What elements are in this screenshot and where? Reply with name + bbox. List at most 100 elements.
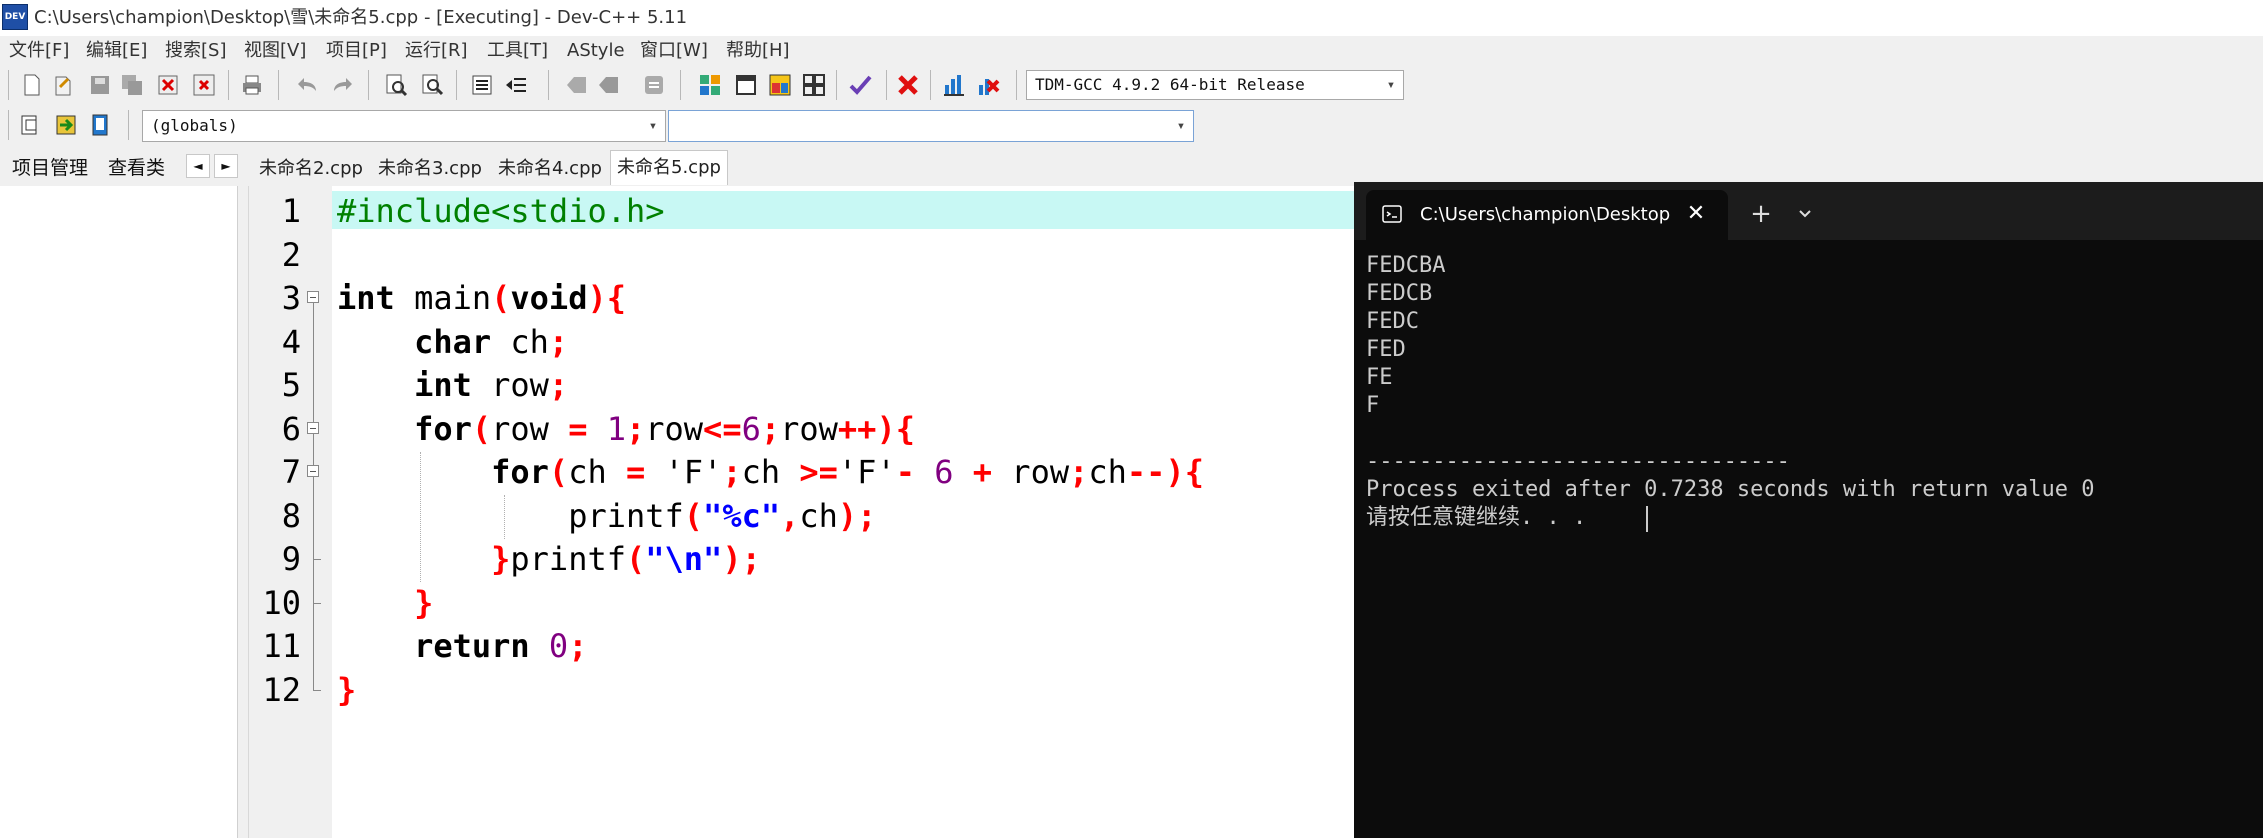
fold-end xyxy=(307,581,321,625)
line-number: 5 xyxy=(281,366,301,404)
line-number: 12 xyxy=(262,670,301,709)
menu-run[interactable]: 运行[R] xyxy=(405,36,468,66)
undo-icon[interactable] xyxy=(296,73,320,97)
line-number: 8 xyxy=(281,496,301,535)
window-title: C:\Users\champion\Desktop\雪\未命名5.cpp - [… xyxy=(34,7,688,28)
compiler-select[interactable]: TDM-GCC 4.9.2 64-bit Release ▾ xyxy=(1026,70,1404,100)
console-output-line: FEDC xyxy=(1366,309,1419,334)
tab-next-button[interactable]: ► xyxy=(214,154,238,178)
function-select[interactable]: ▾ xyxy=(668,110,1194,142)
menu-tools[interactable]: 工具[T] xyxy=(487,36,548,66)
tab-file-3[interactable]: 未命名3.cpp xyxy=(372,154,488,184)
new-tab-button[interactable]: + xyxy=(1748,200,1774,228)
console-tab-title: C:\Users\champion\Desktop\雪 xyxy=(1420,204,1670,225)
fold-outer-for[interactable] xyxy=(307,407,321,452)
menu-project[interactable]: 项目[P] xyxy=(326,36,387,66)
toggle-bookmark-icon[interactable] xyxy=(564,73,588,97)
fold-inner-for[interactable] xyxy=(307,451,321,495)
line-number: 6 xyxy=(281,409,301,448)
code-line-3: int main(void){ xyxy=(337,279,626,317)
project-panel[interactable] xyxy=(0,186,238,838)
console-output-line: FED xyxy=(1366,337,1406,362)
menu-file[interactable]: 文件[F] xyxy=(9,36,69,66)
indent-icon[interactable] xyxy=(470,73,494,97)
fold-main[interactable] xyxy=(307,277,321,321)
scope-select-value: (globals) xyxy=(151,116,238,135)
redo-icon[interactable] xyxy=(330,73,354,97)
class-toolbar: (globals) ▾ ▾ xyxy=(0,106,1200,148)
left-panel-tabs: 项目管理 查看类 ◄ ► xyxy=(0,150,248,184)
chevron-down-icon: ▾ xyxy=(648,118,658,134)
window-icon[interactable] xyxy=(734,73,758,97)
open-file-icon[interactable] xyxy=(52,73,76,97)
fold-end xyxy=(307,668,321,713)
code-line-4: char ch; xyxy=(414,322,569,361)
find-icon[interactable] xyxy=(384,73,408,97)
save-all-icon[interactable] xyxy=(120,73,144,97)
goto-line-icon[interactable] xyxy=(642,73,666,97)
code-line-9: }printf("\n"); xyxy=(491,540,761,578)
unindent-icon[interactable] xyxy=(504,73,528,97)
syntax-check-icon[interactable] xyxy=(848,73,872,97)
menu-help[interactable]: 帮助[H] xyxy=(726,36,790,66)
app-icon: DEV xyxy=(2,4,28,30)
menu-window[interactable]: 窗口[W] xyxy=(640,36,708,66)
code-line-8: printf("%c",ch); xyxy=(568,496,877,535)
chevron-down-icon[interactable] xyxy=(1795,204,1815,224)
line-number-gutter: 1 2 3 4 5 6 7 8 9 10 11 12 xyxy=(248,186,333,838)
fold-end xyxy=(307,538,321,582)
terminal-icon xyxy=(1382,204,1402,224)
console-output-line: FEDCB xyxy=(1366,281,1433,306)
menu-view[interactable]: 视图[V] xyxy=(244,36,306,66)
layout-icon[interactable] xyxy=(768,73,792,97)
close-file-icon[interactable] xyxy=(156,73,180,97)
console-output-line: FEDCBA xyxy=(1366,253,1446,278)
fold-line xyxy=(307,625,321,669)
scope-select[interactable]: (globals) ▾ xyxy=(142,110,666,142)
tab-project-manager[interactable]: 项目管理 xyxy=(12,152,88,184)
close-all-icon[interactable] xyxy=(192,73,216,97)
code-line-1: #include<stdio.h> xyxy=(337,192,665,230)
goto-declaration-icon[interactable] xyxy=(54,113,78,137)
code-line-10: } xyxy=(414,583,434,622)
code-line-11: return 0; xyxy=(414,627,588,665)
delete-profile-icon[interactable] xyxy=(976,73,1000,97)
line-number: 3 xyxy=(281,279,301,317)
tab-class-browser[interactable]: 查看类 xyxy=(108,152,165,184)
console-exit-message: Process exited after 0.7238 seconds with… xyxy=(1366,477,2095,502)
fold-line xyxy=(307,364,321,408)
code-line-6: for(row = 1;row<=6;row++){ xyxy=(414,409,915,448)
code-line-5: int row; xyxy=(414,366,569,404)
tab-prev-button[interactable]: ◄ xyxy=(186,154,210,178)
code-line-7: for(ch = 'F';ch >='F'- 6 + row;ch--){ xyxy=(491,453,1204,491)
line-number: 7 xyxy=(281,453,301,491)
print-icon[interactable] xyxy=(240,73,264,97)
tab-file-5[interactable]: 未命名5.cpp xyxy=(610,150,728,185)
close-icon[interactable]: ✕ xyxy=(1684,202,1708,226)
line-number: 2 xyxy=(281,235,301,274)
replace-icon[interactable] xyxy=(420,73,444,97)
menu-bar: 文件[F] 编辑[E] 搜索[S] 视图[V] 项目[P] 运行[R] 工具[T… xyxy=(0,36,2263,66)
chevron-down-icon: ▾ xyxy=(1386,77,1396,93)
main-toolbar: TDM-GCC 4.9.2 64-bit Release ▾ xyxy=(0,66,1405,106)
title-bar: DEV C:\Users\champion\Desktop\雪\未命名5.cpp… xyxy=(0,0,2263,36)
goto-bookmark-icon[interactable] xyxy=(596,73,620,97)
line-number: 11 xyxy=(262,627,301,665)
console-output-line: FE xyxy=(1366,365,1393,390)
tab-file-2[interactable]: 未命名2.cpp xyxy=(253,154,369,184)
menu-astyle[interactable]: AStyle xyxy=(567,36,625,66)
project-icon[interactable] xyxy=(698,73,722,97)
toggle-comment-icon[interactable] xyxy=(88,113,112,137)
menu-edit[interactable]: 编辑[E] xyxy=(86,36,147,66)
menu-search[interactable]: 搜索[S] xyxy=(165,36,226,66)
profile-chart-icon[interactable] xyxy=(942,73,966,97)
stop-execution-icon[interactable] xyxy=(896,73,920,97)
tab-file-4[interactable]: 未命名4.cpp xyxy=(492,154,608,184)
fold-line xyxy=(307,320,321,364)
editor-tabs: 未命名2.cpp 未命名3.cpp 未命名4.cpp 未命名5.cpp xyxy=(248,150,1358,185)
line-number: 9 xyxy=(281,540,301,578)
new-file-icon[interactable] xyxy=(20,73,44,97)
insert-code-icon[interactable] xyxy=(18,113,42,137)
save-icon[interactable] xyxy=(88,73,112,97)
grid-icon[interactable] xyxy=(802,73,826,97)
